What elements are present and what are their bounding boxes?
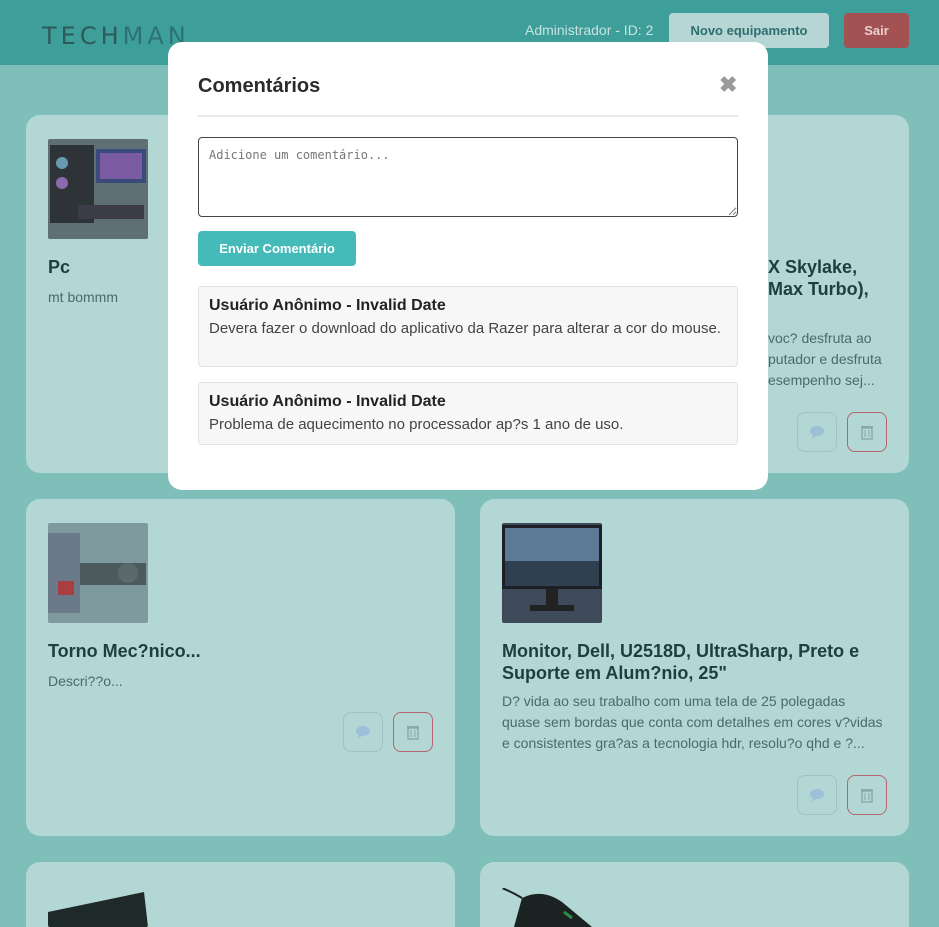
- comments-button[interactable]: [797, 775, 837, 815]
- equipment-image: [48, 892, 148, 927]
- techman-logo: TECHMAN: [42, 22, 190, 50]
- modal-title: Comentários: [198, 75, 321, 97]
- comment-text: Problema de aquecimento no processador a…: [209, 416, 624, 433]
- trash-icon: [861, 789, 873, 803]
- equipment-image: [48, 523, 148, 623]
- card-description-line: putador e desfruta: [768, 351, 882, 367]
- card-title-line: Max Turbo),: [768, 279, 869, 299]
- logo-text-tech: TECH: [42, 22, 123, 50]
- trash-icon: [407, 726, 419, 740]
- comments-button[interactable]: [343, 712, 383, 752]
- delete-button[interactable]: [393, 712, 433, 752]
- equipment-image: [502, 888, 602, 927]
- equipment-card: Torno Mec?nico... Descri??o...: [26, 499, 455, 836]
- card-title-line: Suporte em Alum?nio, 25": [502, 663, 727, 683]
- send-comment-button[interactable]: Enviar Comentário: [198, 231, 356, 266]
- card-description-line: esempenho sej...: [768, 372, 875, 388]
- user-info: Administrador - ID: 2: [525, 22, 654, 38]
- comment-input[interactable]: [198, 137, 738, 217]
- card-description: Descri??o...: [48, 673, 123, 689]
- equipment-card: [480, 862, 909, 927]
- card-description-line: voc? desfruta ao: [768, 330, 872, 346]
- equipment-card: [26, 862, 455, 927]
- comment-author: Usuário Anônimo - Invalid Date: [209, 393, 446, 410]
- comment-item: Usuário Anônimo - Invalid Date Devera fa…: [198, 286, 738, 367]
- logout-button[interactable]: Sair: [844, 13, 909, 48]
- card-title-line: Monitor, Dell, U2518D, UltraSharp, Preto…: [502, 641, 860, 661]
- card-title: Pc: [48, 257, 71, 277]
- card-description: mt bommm: [48, 289, 118, 305]
- card-description-line: e consistentes gra?as a tecnologia hdr, …: [502, 735, 865, 751]
- comment-icon: [810, 426, 824, 439]
- comments-modal: Comentários ✖ Enviar Comentário Usuário …: [168, 42, 768, 490]
- comment-icon: [356, 726, 370, 739]
- card-title-line: X Skylake,: [768, 257, 858, 277]
- modal-divider: [198, 115, 738, 117]
- comment-author: Usuário Anônimo - Invalid Date: [209, 297, 446, 314]
- card-description-line: quase sem bordas que conta com detalhes …: [502, 714, 883, 730]
- equipment-image: [502, 523, 602, 623]
- equipment-image: [48, 139, 148, 239]
- delete-button[interactable]: [847, 412, 887, 452]
- delete-button[interactable]: [847, 775, 887, 815]
- trash-icon: [861, 426, 873, 440]
- comments-button[interactable]: [797, 412, 837, 452]
- equipment-card: Monitor, Dell, U2518D, UltraSharp, Preto…: [480, 499, 909, 836]
- comment-icon: [810, 789, 824, 802]
- close-icon[interactable]: ✖: [719, 74, 737, 96]
- card-title: Torno Mec?nico...: [48, 641, 201, 661]
- comment-item: Usuário Anônimo - Invalid Date Problema …: [198, 382, 738, 445]
- comment-text: Devera fazer o download do aplicativo da…: [209, 320, 721, 337]
- card-description-line: D? vida ao seu trabalho com uma tela de …: [502, 693, 846, 709]
